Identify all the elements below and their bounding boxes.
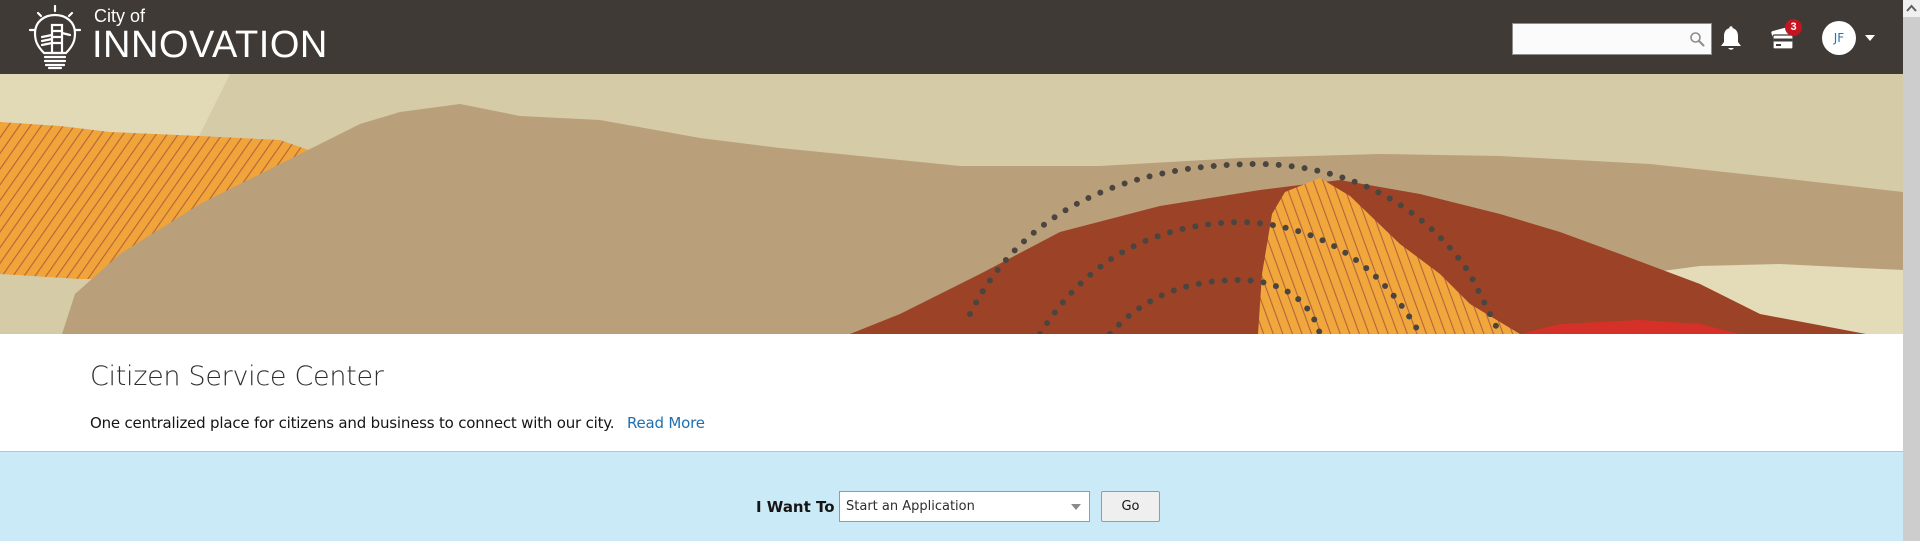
intro-description: One centralized place for citizens and b… bbox=[90, 414, 705, 432]
logo-big-text: INNOVATION bbox=[92, 23, 328, 66]
intro-description-text: One centralized place for citizens and b… bbox=[90, 414, 615, 432]
top-header: City of INNOVATION 3 JF bbox=[0, 0, 1903, 74]
user-avatar[interactable]: JF bbox=[1822, 21, 1856, 55]
intro-section: Citizen Service Center One centralized p… bbox=[0, 334, 1903, 451]
hero-banner bbox=[0, 74, 1903, 334]
action-select[interactable]: Start an Application bbox=[839, 491, 1090, 522]
page-title: Citizen Service Center bbox=[90, 361, 384, 392]
scroll-up-button[interactable] bbox=[1903, 0, 1920, 17]
search-icon[interactable] bbox=[1689, 31, 1705, 47]
read-more-link[interactable]: Read More bbox=[627, 414, 705, 432]
chevron-up-icon bbox=[1906, 4, 1917, 12]
logo-small-text: City of bbox=[94, 5, 146, 26]
vertical-scrollbar[interactable] bbox=[1903, 0, 1920, 541]
action-select-value: Start an Application bbox=[846, 499, 975, 514]
i-want-to-band: I Want To Start an Application Go bbox=[0, 451, 1903, 541]
go-button[interactable]: Go bbox=[1101, 491, 1160, 522]
page: City of INNOVATION 3 JF Citizen Service … bbox=[0, 0, 1903, 541]
chevron-down-icon bbox=[1071, 504, 1081, 510]
landscape-illustration bbox=[0, 74, 1903, 334]
caret-down-icon[interactable] bbox=[1865, 35, 1875, 41]
global-search bbox=[1512, 23, 1712, 55]
city-logo[interactable]: City of INNOVATION bbox=[26, 4, 328, 70]
i-want-to-label: I Want To bbox=[756, 498, 835, 516]
cart-count-badge: 3 bbox=[1785, 19, 1802, 36]
search-input[interactable] bbox=[1513, 24, 1683, 54]
lightbulb-city-icon bbox=[28, 4, 82, 70]
bell-icon[interactable] bbox=[1719, 26, 1743, 52]
